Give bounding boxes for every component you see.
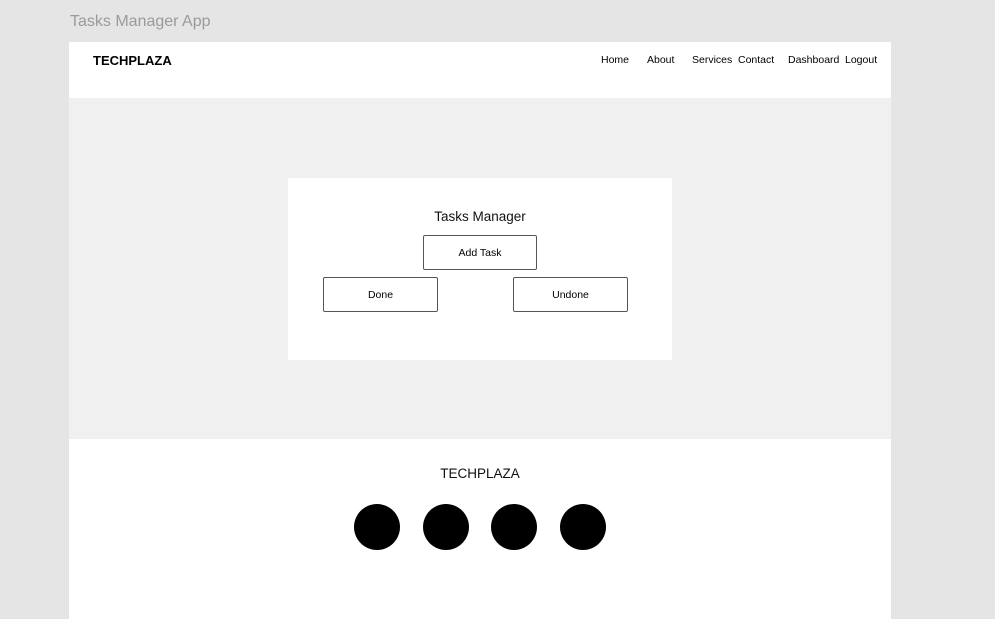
footer-brand: TECHPLAZA [440, 466, 520, 481]
navbar: TECHPLAZA Home About Services Contact Da… [69, 42, 891, 98]
page: TECHPLAZA Home About Services Contact Da… [69, 42, 891, 619]
app-title: Tasks Manager App [70, 13, 211, 30]
card-title: Tasks Manager [434, 209, 526, 224]
tasks-card: Tasks Manager Add Task Done Undone [288, 178, 672, 360]
done-button[interactable]: Done [323, 277, 438, 312]
nav-link-home[interactable]: Home [601, 54, 629, 66]
add-task-button[interactable]: Add Task [423, 235, 537, 270]
nav-link-dashboard[interactable]: Dashboard [788, 54, 839, 66]
social-icon-3[interactable] [491, 504, 537, 550]
hero-section: Tasks Manager Add Task Done Undone [69, 98, 891, 439]
nav-link-about[interactable]: About [647, 54, 674, 66]
social-icon-4[interactable] [560, 504, 606, 550]
social-icon-1[interactable] [354, 504, 400, 550]
brand-logo[interactable]: TECHPLAZA [93, 53, 172, 68]
nav-link-contact[interactable]: Contact [738, 54, 774, 66]
nav-link-services[interactable]: Services [692, 54, 732, 66]
social-icon-2[interactable] [423, 504, 469, 550]
undone-button[interactable]: Undone [513, 277, 628, 312]
nav-link-logout[interactable]: Logout [845, 54, 877, 66]
footer: TECHPLAZA [69, 439, 891, 619]
